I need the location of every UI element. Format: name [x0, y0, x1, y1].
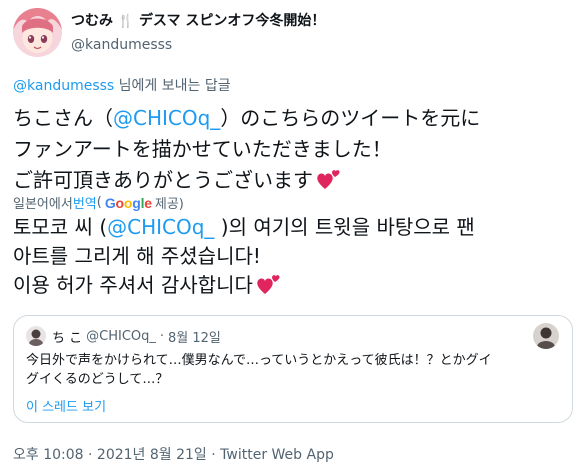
tweet-timestamp[interactable]: 오후 10:08 · 2021년 8월 21일 · Twitter Web Ap… — [13, 444, 334, 464]
quoted-author-avatar — [26, 326, 46, 346]
reply-context: @kandumesss 님에게 보내는 답글 — [13, 75, 231, 95]
author-display-name[interactable]: つむみ 🍴 デスマ スピンオフ今冬開始！ — [71, 12, 325, 31]
google-letter: e — [144, 194, 152, 211]
google-letter: G — [104, 194, 116, 211]
show-thread-link[interactable]: 이 스레드 보기 — [26, 396, 106, 415]
google-letter: o — [123, 194, 133, 211]
tweet-line-1-post: ）のこちらのツイートを元に — [220, 106, 481, 130]
tweet-text: ちこさん（@CHICOq_）のこちらのツイートを元に ファンアートを描かせていた… — [13, 103, 573, 196]
quoted-text-line-2: グイくるのどうして…？ — [26, 372, 169, 387]
two-hearts-icon — [317, 170, 340, 189]
translated-mention-link[interactable]: @CHICOq_ — [107, 215, 214, 239]
translated-line-1-post: )의 여기의 트윗을 바탕으로 팬 — [214, 215, 475, 239]
translated-line-1-pre: 토모코 씨 ( — [13, 215, 108, 239]
translated-line-3: 이용 허가 주셔서 감사합니다 — [13, 271, 573, 300]
author-avatar[interactable] — [13, 8, 62, 57]
translate-by-text: ( — [96, 195, 102, 210]
reply-mention-link[interactable]: @kandumesss — [13, 78, 114, 94]
translated-line-2: 아트를 그리게 해 주셨습니다! — [13, 244, 261, 268]
quoted-text-line-1: 今日外で声をかけられて…僕男なんで…っていうとかえって彼氏は！？とかグイ — [26, 353, 492, 368]
display-name-text: つむみ — [71, 13, 113, 29]
quoted-tweet-card[interactable]: ち こ @CHICOq_ · 8월 12일 今日外で声をかけられて…僕男なんで…… — [13, 315, 573, 423]
tweet-author-header: つむみ 🍴 デスマ スピンオフ今冬開始！ @kandumesss — [13, 8, 325, 57]
translate-from-text: 일본어에서 — [13, 197, 73, 212]
tweet-line-3: ご許可頂きありがとうございます — [13, 165, 573, 196]
author-handle[interactable]: @kandumesss — [71, 35, 325, 55]
tweet-line-3-text: ご許可頂きありがとうございます — [13, 168, 313, 192]
tweet-line-1: ちこさん（@CHICOq_）のこちらのツイートを元に — [13, 103, 573, 134]
fork-knife-icon: 🍴 — [117, 14, 135, 29]
quoted-media-thumbnail — [533, 323, 559, 349]
google-letter: g — [132, 194, 141, 211]
translation-attribution: 일본어에서 번역(Google 제공) — [13, 193, 184, 213]
quoted-author-name: ち こ — [52, 330, 83, 346]
google-logo: Google — [105, 195, 152, 211]
translate-provided-text: 제공) — [154, 197, 184, 212]
quoted-date: 8월 12일 — [168, 330, 221, 346]
translated-line-1: 토모코 씨 (@CHICOq_ )의 여기의 트윗을 바탕으로 팬 — [13, 213, 573, 242]
translated-text: 토모코 씨 (@CHICOq_ )의 여기의 트윗을 바탕으로 팬 아트를 그리… — [13, 213, 573, 300]
reply-suffix: 님에게 보내는 답글 — [114, 78, 231, 94]
display-name-suffix: デスマ スピンオフ今冬開始！ — [138, 13, 326, 29]
translated-line-3-text: 이용 허가 주셔서 감사합니다 — [13, 273, 253, 297]
tweet-line-2: ファンアートを描かせていただきました！ — [13, 137, 392, 161]
tweet-mention-link[interactable]: @CHICOq_ — [113, 106, 220, 130]
tweet-line-1-pre: ちこさん（ — [13, 106, 113, 130]
quoted-separator: · — [159, 328, 165, 344]
translate-link[interactable]: 번역 — [73, 193, 97, 212]
quoted-tweet-text: 今日外で声をかけられて…僕男なんで…っていうとかえって彼氏は！？とかグイ グイく… — [26, 351, 561, 389]
quoted-author-handle: @CHICOq_ — [86, 328, 156, 344]
quoted-tweet-header: ち こ @CHICOq_ · 8월 12일 — [26, 326, 221, 346]
two-hearts-icon — [257, 275, 280, 294]
google-letter: o — [115, 194, 125, 211]
